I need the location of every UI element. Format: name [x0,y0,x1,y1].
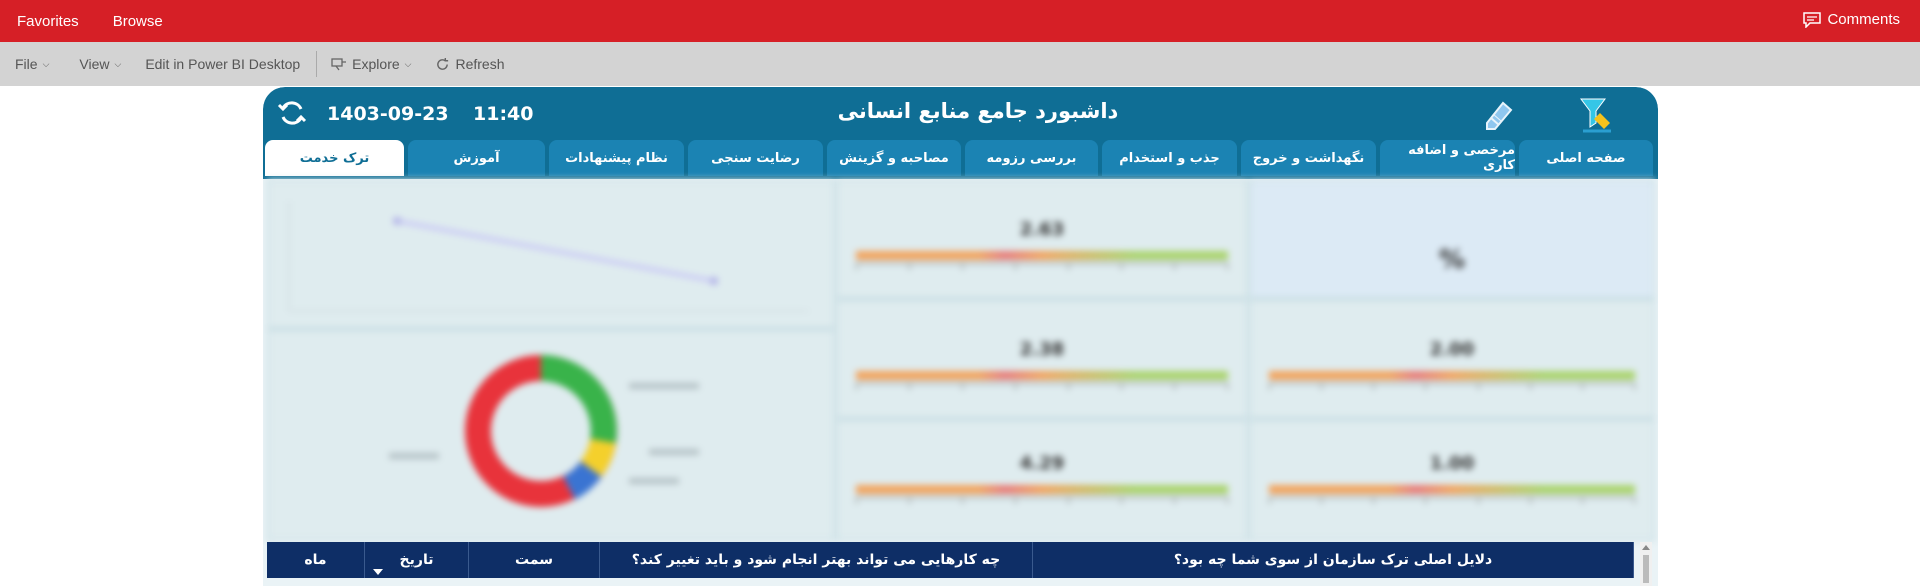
column-header-month[interactable]: ماه [267,542,365,578]
comment-icon [1803,11,1822,28]
nav-browse[interactable]: Browse [113,13,163,30]
refresh-label: Refresh [455,56,505,72]
tab-leave-overtime[interactable]: مرخصی و اضافه کاری [1380,140,1515,176]
gauge-1-bar [856,251,1228,260]
kpi-main-value: % [1438,245,1466,275]
column-header-exit-reasons[interactable]: دلایل اصلی ترک سازمان از سوی شما چه بود؟ [1033,542,1634,578]
gauge-panel-4: 2.00 [1249,299,1655,419]
comments-button[interactable]: Comments [1803,11,1900,28]
chevron-down-icon: ⌵ [42,58,50,69]
explore-icon [331,58,347,71]
view-menu[interactable]: View ⌵ [79,56,121,72]
tab-retention-exit[interactable]: نگهداشت و خروج [1241,140,1376,176]
tab-satisfaction[interactable]: رضایت سنجی [688,140,823,176]
gauge-3-value: 4.29 [1019,453,1065,474]
gauge-panel-2: 2.38 [836,299,1248,419]
scroll-thumb[interactable] [1643,555,1649,583]
explore-menu[interactable]: Explore ⌵ [331,56,411,72]
refresh-button[interactable]: Refresh [435,56,505,72]
comments-label: Comments [1827,11,1900,28]
tab-interview[interactable]: مصاحبه و گزینش [827,140,961,176]
table-scrollbar[interactable] [1640,542,1652,586]
table-header: ماه تاریخ سمت چه کارهایی می تواند بهتر ا… [267,542,1634,578]
gauge-1-axis [856,263,1228,273]
gauge-2-bar [856,371,1228,380]
line-chart-visual [288,201,809,312]
header-date: 1403-09-23 [327,103,449,125]
blurred-visuals: 2.63 2.38 4.29 % 2.00 1.00 [263,179,1658,541]
kpi-card: % [1249,179,1655,299]
gauge-panel-3: 4.29 [836,419,1248,541]
tab-training[interactable]: آموزش [408,140,545,176]
header-time: 11:40 [473,103,534,125]
nav-favorites[interactable]: Favorites [17,13,79,30]
gauge-3-axis [856,497,1228,507]
gauge-4-value: 2.00 [1429,339,1475,360]
eraser-icon[interactable] [1479,97,1515,133]
dashboard-header: 1403-09-23 11:40 داشبورد جامع منابع انسا… [263,87,1658,179]
donut-chart-panel [267,329,835,541]
explore-menu-label: Explore [352,56,400,72]
page-title: داشبورد جامع منابع انسانی [837,99,1119,123]
column-header-improvements[interactable]: چه کارهایی می تواند بهتر انجام شود و بای… [600,542,1033,578]
scroll-up-icon[interactable] [1642,545,1650,550]
file-menu[interactable]: File ⌵ [15,56,49,72]
chevron-down-icon: ⌵ [114,58,122,69]
exit-reasons-table: ماه تاریخ سمت چه کارهایی می تواند بهتر ا… [267,542,1654,586]
sort-desc-icon [373,569,383,575]
sync-icon[interactable] [277,98,307,128]
chevron-down-icon: ⌵ [404,58,412,69]
top-app-bar: Favorites Browse Comments [0,0,1920,42]
tab-suggestions[interactable]: نظام پیشنهادات [549,140,684,176]
tab-resignation[interactable]: ترک خدمت [265,140,404,176]
edit-in-desktop-button[interactable]: Edit in Power BI Desktop [145,56,300,72]
gauge-5-value: 1.00 [1429,453,1475,474]
toolbar-divider [316,51,318,77]
gauge-2-axis [856,383,1228,393]
refresh-icon [437,57,449,70]
gauge-3-bar [856,485,1228,494]
report-canvas: 1403-09-23 11:40 داشبورد جامع منابع انسا… [263,87,1658,586]
report-toolbar: File ⌵ View ⌵ Edit in Power BI Desktop E… [0,42,1920,86]
column-header-date[interactable]: تاریخ [365,542,469,578]
file-menu-label: File [15,56,38,72]
tab-home[interactable]: صفحه اصلی [1519,140,1653,176]
gauge-panel-5: 1.00 [1249,419,1655,541]
gauge-panel-1: 2.63 [836,179,1248,299]
filter-icon[interactable] [1578,95,1614,133]
donut-chart-visual [389,355,699,507]
gauge-5-axis [1269,497,1635,507]
gauge-1-value: 2.63 [1019,219,1065,240]
edit-in-desktop-label: Edit in Power BI Desktop [145,56,301,72]
gauge-5-bar [1269,485,1635,494]
view-menu-label: View [79,56,110,72]
column-header-date-label: تاریخ [399,552,434,568]
gauge-4-axis [1269,383,1635,393]
column-header-position[interactable]: سمت [469,542,600,578]
line-chart-panel [267,179,835,329]
gauge-4-bar [1269,371,1635,380]
tab-recruitment[interactable]: جذب و استخدام [1102,140,1237,176]
tab-resume-review[interactable]: بررسی رزومه [965,140,1098,176]
gauge-2-value: 2.38 [1019,339,1065,360]
page-tabs: صفحه اصلی مرخصی و اضافه کاری نگهداشت و خ… [265,140,1656,176]
